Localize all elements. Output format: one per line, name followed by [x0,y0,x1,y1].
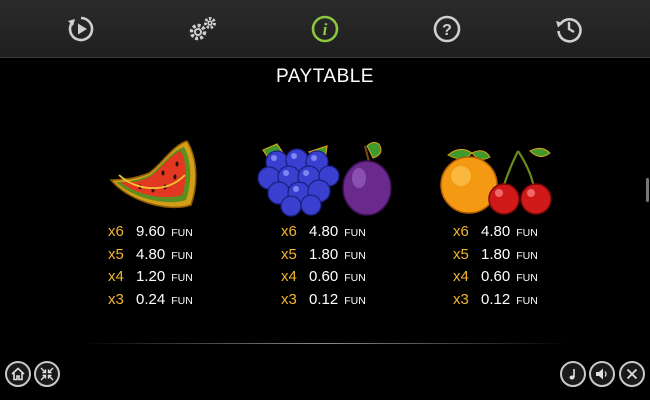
currency-label: FUN [516,294,538,307]
gears-icon [189,16,216,40]
payout-amount: 1.80 [481,245,511,263]
payout-list-grapes-plum: x6 4.80 FUN x5 1.80 FUN x4 0.60 FUN x3 0… [281,223,401,313]
watermelon-icon [109,140,197,209]
currency-label: FUN [516,272,538,284]
multiplier: x3 [108,290,124,308]
replay-icon [68,16,94,41]
currency-label: FUN [516,227,538,239]
multiplier: x5 [453,245,469,263]
payout-amount: 1.20 [136,268,166,285]
payout-amount: 9.60 [136,223,166,240]
multiplier: x6 [108,223,124,240]
sound-icon [596,368,607,380]
payout-row: x3 0.12 FUN [281,291,401,314]
currency-label: FUN [171,272,193,284]
payout-amount: 4.80 [309,223,339,240]
collapse-button[interactable] [34,361,60,387]
payout-row: x6 4.80 FUN [453,223,573,246]
payout-amount: 0.12 [481,290,511,308]
music-button[interactable] [560,361,586,387]
payout-row: x4 0.60 FUN [281,268,401,291]
payout-row: x5 4.80 FUN [108,246,228,269]
currency-label: FUN [171,227,193,239]
payout-row: x6 9.60 FUN [108,223,228,246]
tab-settings[interactable] [183,9,223,49]
orange-cherries-icon [440,147,552,215]
svg-text:?: ? [442,22,452,39]
multiplier: x3 [281,290,297,308]
payout-list-orange-cherries: x6 4.80 FUN x5 1.80 FUN x4 0.60 FUN x3 0… [453,223,573,313]
multiplier: x6 [281,223,297,240]
payout-amount: 0.60 [481,268,511,285]
payout-row: x5 1.80 FUN [281,246,401,269]
page-title: PAYTABLE [276,66,374,87]
currency-label: FUN [171,249,193,262]
currency-label: FUN [516,249,538,262]
history-icon [556,17,582,43]
top-nav-bar: i ? [0,0,650,58]
currency-label: FUN [344,272,366,284]
payout-row: x3 0.24 FUN [108,291,228,314]
grapes-plum-icon [257,141,392,217]
payout-row: x5 1.80 FUN [453,246,573,269]
tab-autoplay[interactable] [61,9,101,49]
multiplier: x5 [108,245,124,263]
close-button[interactable] [619,361,645,387]
close-icon [626,368,638,380]
tab-history[interactable] [549,9,589,49]
currency-label: FUN [344,249,366,262]
multiplier: x5 [281,245,297,263]
info-icon: i [311,15,339,42]
payout-amount: 0.60 [309,268,339,285]
collapse-icon [40,367,54,381]
payout-amount: 0.24 [136,290,166,308]
home-icon [11,367,25,381]
svg-text:i: i [323,20,328,39]
question-icon: ? [433,15,461,42]
payout-amount: 4.80 [481,223,511,240]
scrollbar-thumb[interactable] [646,178,649,202]
home-button[interactable] [5,361,31,387]
multiplier: x4 [453,268,469,285]
payout-row: x3 0.12 FUN [453,291,573,314]
payout-amount: 4.80 [136,245,166,263]
multiplier: x4 [281,268,297,285]
payout-row: x6 4.80 FUN [281,223,401,246]
payout-amount: 0.12 [309,290,339,308]
music-icon [569,369,575,380]
multiplier: x4 [108,268,124,285]
payout-row: x4 0.60 FUN [453,268,573,291]
payout-list-watermelon: x6 9.60 FUN x5 4.80 FUN x4 1.20 FUN x3 0… [108,223,228,313]
payout-amount: 1.80 [309,245,339,263]
currency-label: FUN [171,294,193,307]
payout-row: x4 1.20 FUN [108,268,228,291]
tab-info[interactable]: i [305,9,345,49]
currency-label: FUN [344,294,366,307]
multiplier: x3 [453,290,469,308]
tab-help[interactable]: ? [427,9,467,49]
sound-button[interactable] [589,361,615,387]
currency-label: FUN [344,227,366,239]
section-divider [80,343,570,344]
multiplier: x6 [453,223,469,240]
